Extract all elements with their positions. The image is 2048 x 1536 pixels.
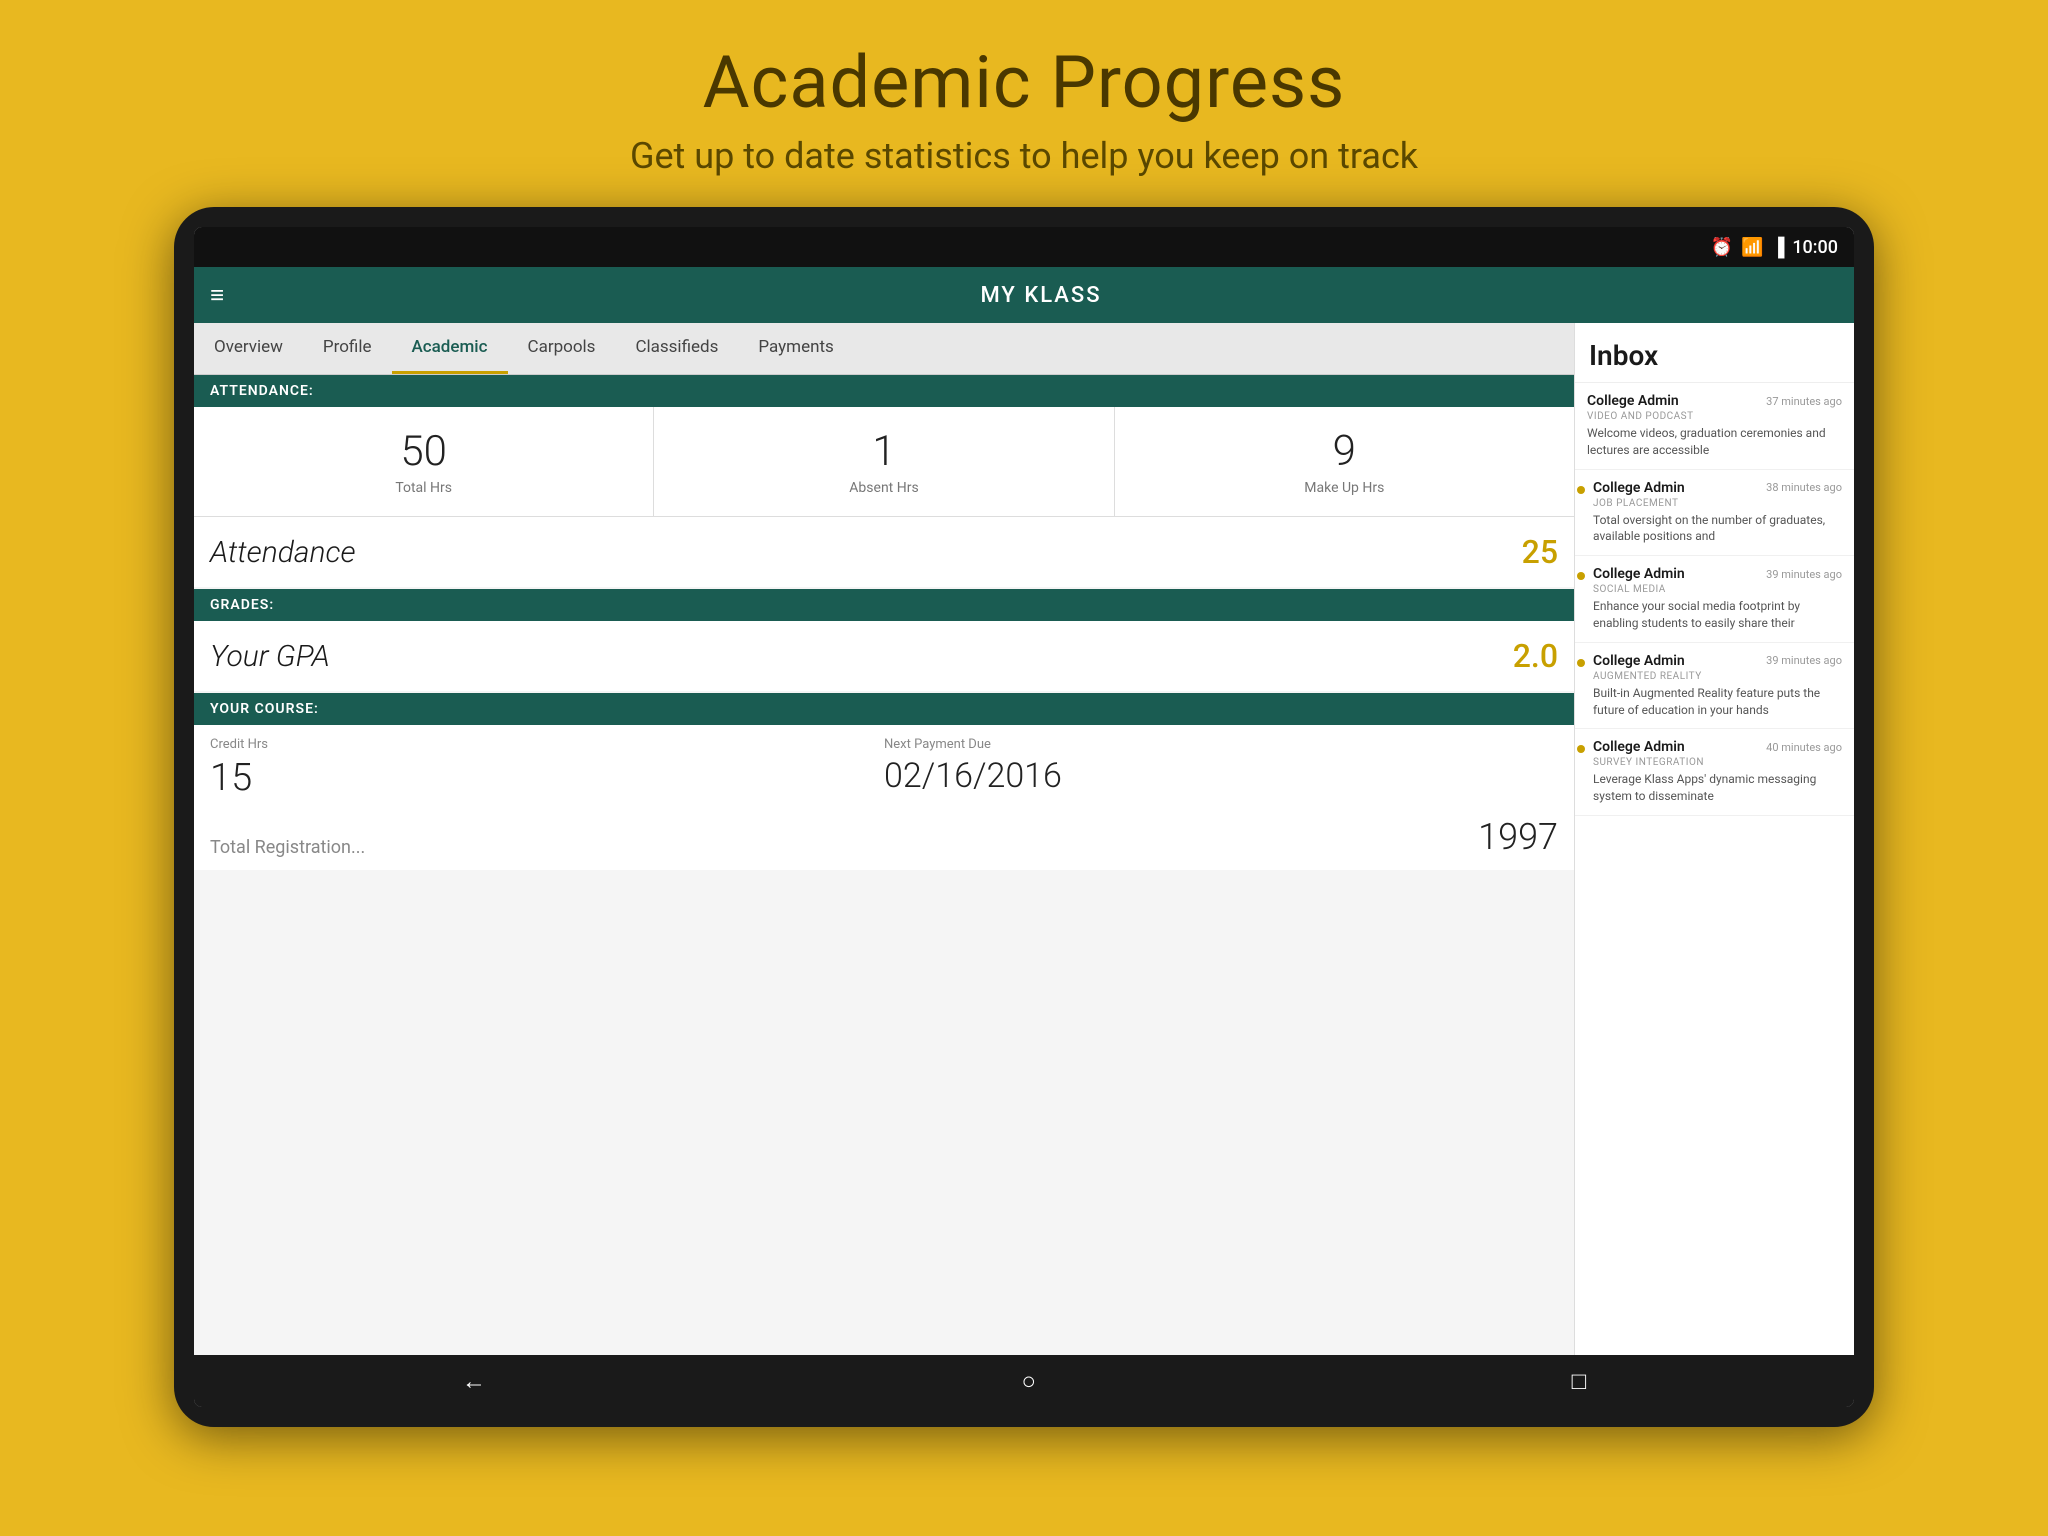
inbox-list: College Admin 37 minutes ago VIDEO AND P…: [1575, 383, 1854, 1355]
inbox-sender-0: College Admin: [1587, 393, 1679, 409]
inbox-item-3-header: College Admin 39 minutes ago: [1593, 653, 1842, 669]
truncated-row: Total Registration... 1997: [194, 804, 1574, 870]
inbox-item-2[interactable]: College Admin 39 minutes ago SOCIAL MEDI…: [1575, 556, 1854, 643]
makeup-hrs-label: Make Up Hrs: [1125, 480, 1564, 496]
back-button[interactable]: ←: [462, 1367, 486, 1396]
inbox-item-0-header: College Admin 37 minutes ago: [1587, 393, 1842, 409]
grades-header: GRADES:: [194, 589, 1574, 621]
truncated-label: Total Registration...: [210, 837, 365, 858]
inbox-preview-3: Built-in Augmented Reality feature puts …: [1593, 685, 1842, 719]
truncated-value: 1997: [1478, 816, 1558, 858]
absent-hrs-cell: 1 Absent Hrs: [654, 407, 1114, 516]
inbox-time-1: 38 minutes ago: [1766, 481, 1842, 494]
inbox-dot-3: [1577, 659, 1585, 667]
inbox-sender-1: College Admin: [1593, 480, 1685, 496]
wifi-icon: 📶: [1741, 237, 1763, 258]
inbox-category-0: VIDEO AND PODCAST: [1587, 411, 1842, 422]
total-hrs-label: Total Hrs: [204, 480, 643, 496]
recents-button[interactable]: □: [1572, 1367, 1587, 1396]
scroll-content[interactable]: ATTENDANCE: 50 Total Hrs 1 Absent Hrs 9: [194, 375, 1574, 1355]
next-payment-col-value: 02/16/2016: [884, 756, 1558, 796]
attendance-stats-row: 50 Total Hrs 1 Absent Hrs 9 Make Up Hrs: [194, 407, 1574, 517]
page-subtitle: Get up to date statistics to help you ke…: [630, 135, 1418, 177]
inbox-preview-0: Welcome videos, graduation ceremonies an…: [1587, 425, 1842, 459]
page-title: Academic Progress: [630, 40, 1418, 125]
inbox-category-4: SURVEY INTEGRATION: [1593, 757, 1842, 768]
gpa-value: 2.0: [1513, 637, 1558, 675]
app-bar: ≡ MY KLASS: [194, 267, 1854, 323]
status-time: 10:00: [1792, 237, 1838, 258]
makeup-hrs-cell: 9 Make Up Hrs: [1115, 407, 1574, 516]
inbox-preview-4: Leverage Klass Apps' dynamic messaging s…: [1593, 771, 1842, 805]
credit-hrs-col-label: Credit Hrs: [210, 737, 884, 752]
total-hrs-number: 50: [204, 427, 643, 476]
inbox-category-3: AUGMENTED REALITY: [1593, 671, 1842, 682]
tab-bar: Overview Profile Academic Carpools Class…: [194, 323, 1574, 375]
inbox-item-1[interactable]: College Admin 38 minutes ago JOB PLACEME…: [1575, 470, 1854, 557]
page-header: Academic Progress Get up to date statist…: [630, 0, 1418, 207]
inbox-dot-4: [1577, 745, 1585, 753]
inbox-category-2: SOCIAL MEDIA: [1593, 584, 1842, 595]
credit-hrs-col: Credit Hrs 15: [210, 737, 884, 800]
inbox-preview-2: Enhance your social media footprint by e…: [1593, 598, 1842, 632]
home-button[interactable]: ○: [1021, 1367, 1036, 1396]
inbox-item-0[interactable]: College Admin 37 minutes ago VIDEO AND P…: [1575, 383, 1854, 470]
inbox-item-4-header: College Admin 40 minutes ago: [1593, 739, 1842, 755]
tab-payments[interactable]: Payments: [738, 323, 853, 374]
status-icons: ⏰ 📶 ▐ 10:00: [1711, 237, 1838, 258]
gpa-label: Your GPA: [210, 639, 330, 674]
inbox-panel: Inbox College Admin 37 minutes ago VIDEO…: [1574, 323, 1854, 1355]
attendance-row: Attendance 25: [194, 517, 1574, 587]
inbox-title: Inbox: [1575, 323, 1854, 383]
inbox-category-1: JOB PLACEMENT: [1593, 498, 1842, 509]
inbox-sender-4: College Admin: [1593, 739, 1685, 755]
alarm-icon: ⏰: [1711, 237, 1733, 258]
inbox-dot-2: [1577, 572, 1585, 580]
tablet-shell: ⏰ 📶 ▐ 10:00 ≡ MY KLASS Overview Profile …: [174, 207, 1874, 1427]
inbox-item-4[interactable]: College Admin 40 minutes ago SURVEY INTE…: [1575, 729, 1854, 816]
makeup-hrs-number: 9: [1125, 427, 1564, 476]
absent-hrs-number: 1: [664, 427, 1103, 476]
inbox-item-3[interactable]: College Admin 39 minutes ago AUGMENTED R…: [1575, 643, 1854, 730]
total-hrs-cell: 50 Total Hrs: [194, 407, 654, 516]
inbox-sender-3: College Admin: [1593, 653, 1685, 669]
absent-hrs-label: Absent Hrs: [664, 480, 1103, 496]
tab-classifieds[interactable]: Classifieds: [615, 323, 738, 374]
battery-icon: ▐: [1772, 237, 1785, 258]
attendance-label: Attendance: [210, 535, 356, 570]
inbox-item-1-header: College Admin 38 minutes ago: [1593, 480, 1842, 496]
inbox-item-2-header: College Admin 39 minutes ago: [1593, 566, 1842, 582]
content-area: Overview Profile Academic Carpools Class…: [194, 323, 1854, 1355]
inbox-time-4: 40 minutes ago: [1766, 741, 1842, 754]
inbox-sender-2: College Admin: [1593, 566, 1685, 582]
gpa-row: Your GPA 2.0: [194, 621, 1574, 691]
inbox-dot-1: [1577, 486, 1585, 494]
app-title: MY KLASS: [244, 283, 1838, 308]
inbox-time-0: 37 minutes ago: [1766, 395, 1842, 408]
credit-hrs-col-value: 15: [210, 756, 884, 800]
status-bar: ⏰ 📶 ▐ 10:00: [194, 227, 1854, 267]
nav-bar: ← ○ □: [194, 1355, 1854, 1407]
main-panel: Overview Profile Academic Carpools Class…: [194, 323, 1574, 1355]
course-header: YOUR COURSE:: [194, 693, 1574, 725]
tab-overview[interactable]: Overview: [194, 323, 303, 374]
tab-profile[interactable]: Profile: [303, 323, 392, 374]
attendance-value: 25: [1522, 533, 1558, 571]
inbox-time-2: 39 minutes ago: [1766, 568, 1842, 581]
tab-academic[interactable]: Academic: [392, 323, 508, 374]
course-info-row: Credit Hrs 15 Next Payment Due 02/16/201…: [194, 725, 1574, 804]
inbox-preview-1: Total oversight on the number of graduat…: [1593, 512, 1842, 546]
tab-carpools[interactable]: Carpools: [508, 323, 616, 374]
tablet-screen: ⏰ 📶 ▐ 10:00 ≡ MY KLASS Overview Profile …: [194, 227, 1854, 1407]
hamburger-icon[interactable]: ≡: [210, 281, 224, 310]
next-payment-col: Next Payment Due 02/16/2016: [884, 737, 1558, 800]
inbox-time-3: 39 minutes ago: [1766, 654, 1842, 667]
attendance-header: ATTENDANCE:: [194, 375, 1574, 407]
next-payment-col-label: Next Payment Due: [884, 737, 1558, 752]
